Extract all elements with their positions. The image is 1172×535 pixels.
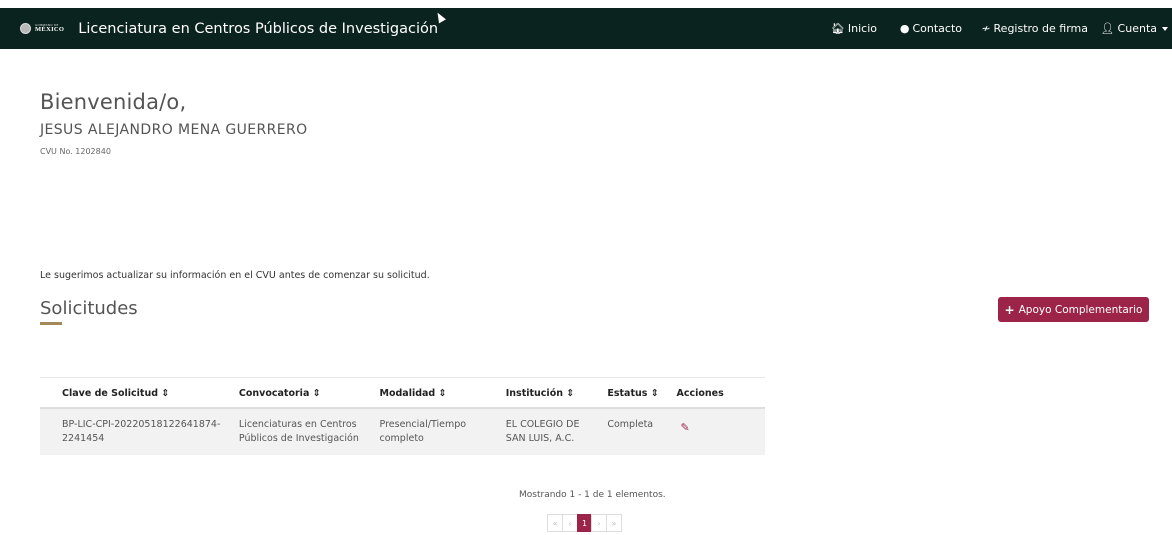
top-navbar: GOBIERNO DE MÉXICO Licenciatura en Centr… [0,8,1172,49]
cvu-number: CVU No. 1202840 [40,147,111,156]
nav-cuenta-label: Cuenta [1117,22,1157,35]
pencil-icon[interactable]: ✎ [680,420,689,436]
header-convocatoria[interactable]: Convocatoria ⇕ [230,377,372,409]
nav-registro-label: Registro de firma [993,22,1088,35]
header-estatus[interactable]: Estatus ⇕ [599,377,669,409]
header-modalidad[interactable]: Modalidad ⇕ [371,377,498,409]
sort-icon: ⇕ [312,388,321,399]
cell-modalidad: Presencial/Tiempo completo [371,408,498,455]
sort-icon: ⇕ [566,388,575,399]
header-acciones: Acciones [668,377,765,409]
seal-icon [20,23,31,34]
user-icon: 👤︎ [1100,22,1115,35]
signature-icon: ≁ [981,22,991,35]
gobierno-logo[interactable]: GOBIERNO DE MÉXICO [20,23,64,34]
page-last-button[interactable]: » [606,514,622,532]
section-underline [40,322,62,325]
cell-acciones: ✎ [668,408,765,455]
cvu-suggestion: Le sugerimos actualizar su información e… [40,270,430,281]
nav-contacto[interactable]: ● Contacto [900,22,962,35]
nav-registro-firma[interactable]: ≁ Registro de firma [981,22,1088,35]
cell-convocatoria: Licenciaturas en Centros Públicos de Inv… [230,408,372,455]
header-institucion[interactable]: Institución ⇕ [497,377,600,409]
cell-clave: BP-LIC-CPI-20220518122641874-2241454 [40,408,231,455]
chevron-down-icon [1162,26,1168,31]
plus-icon: + [1004,302,1015,317]
cell-estatus: Completa [599,408,669,455]
solicitudes-table: Clave de Solicitud ⇕ Convocatoria ⇕ Moda… [40,377,780,455]
section-title: Solicitudes [40,298,138,319]
sort-icon: ⇕ [161,388,170,399]
pagination: « ‹ 1 › » [547,514,622,532]
header-clave[interactable]: Clave de Solicitud ⇕ [40,377,231,409]
welcome-block: Bienvenida/o, JESUS ALEJANDRO MENA GUERR… [40,90,308,156]
apoyo-complementario-button[interactable]: + Apoyo Complementario [998,297,1149,322]
sort-icon: ⇕ [650,388,659,399]
welcome-title: Bienvenida/o, [40,90,187,114]
user-name: JESUS ALEJANDRO MENA GUERRERO [40,122,308,138]
nav-inicio-label: Inicio [847,22,877,35]
chat-icon: ● [899,22,910,35]
page-first-button[interactable]: « [547,514,563,532]
nav-inicio[interactable]: 🏠︎ Inicio [831,22,877,35]
home-icon: 🏠︎ [830,22,845,35]
nav-contacto-label: Contacto [912,22,962,35]
page-1-button[interactable]: 1 [577,514,592,532]
apoyo-button-label: Apoyo Complementario [1018,303,1143,316]
showing-count: Mostrando 1 - 1 de 1 elementos. [519,490,666,500]
brand[interactable]: GOBIERNO DE MÉXICO Licenciatura en Centr… [20,21,438,37]
table-header-row: Clave de Solicitud ⇕ Convocatoria ⇕ Moda… [40,377,765,409]
logo-big-text: MÉXICO [35,25,65,33]
page-next-button[interactable]: › [591,514,607,532]
nav-cuenta[interactable]: 👤︎ Cuenta [1101,22,1168,35]
sort-icon: ⇕ [438,388,447,399]
table-row: BP-LIC-CPI-20220518122641874-2241454 Lic… [40,408,765,455]
app-title[interactable]: Licenciatura en Centros Públicos de Inve… [78,21,438,37]
page-prev-button[interactable]: ‹ [562,514,578,532]
cell-institucion: EL COLEGIO DE SAN LUIS, A.C. [497,408,600,455]
